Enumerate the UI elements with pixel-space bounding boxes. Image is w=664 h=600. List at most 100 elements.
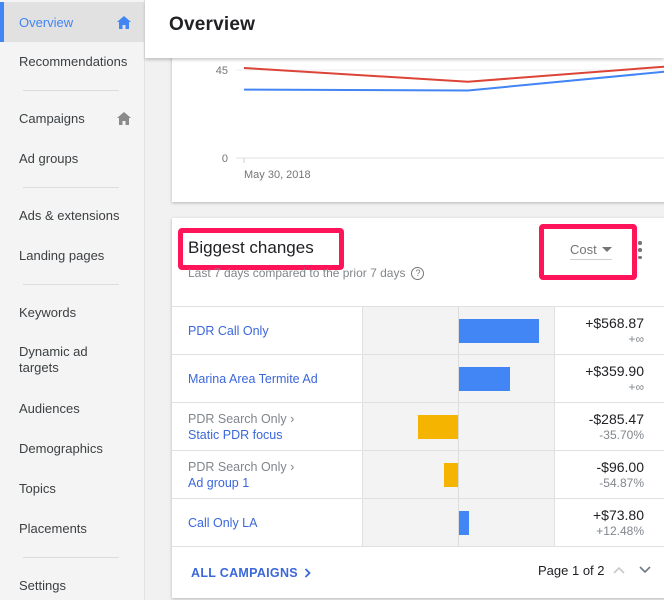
- sidebar-item-recommendations[interactable]: Recommendations: [0, 41, 144, 81]
- x-tick-label: May 30, 2018: [244, 169, 311, 181]
- home-icon: [116, 110, 132, 126]
- change-percent: -54.87%: [599, 476, 644, 490]
- chevron-right-icon: [304, 568, 311, 578]
- nav-divider: [23, 284, 119, 285]
- next-page-button[interactable]: [637, 562, 653, 578]
- sidebar-item-ads-extensions[interactable]: Ads & extensions: [0, 195, 144, 235]
- sidebar-item-demographics[interactable]: Demographics: [0, 428, 144, 468]
- card-subtitle: Last 7 days compared to the prior 7 days…: [188, 266, 425, 280]
- bar-axis: [458, 403, 459, 450]
- change-bar: [417, 415, 458, 439]
- entity-cell: Marina Area Termite Ad: [172, 355, 363, 402]
- sidebar-item-overview[interactable]: Overview: [0, 2, 144, 42]
- sidebar-item-label: Keywords: [19, 304, 77, 320]
- y-tick-label: 0: [222, 153, 228, 165]
- entity-link[interactable]: PDR Call Only: [188, 323, 362, 339]
- change-amount: +$568.87: [585, 315, 644, 331]
- card-title: Biggest changes: [188, 238, 314, 257]
- change-value-cell: -$285.47 -35.70%: [555, 403, 664, 450]
- entity-link[interactable]: Ad group 1: [188, 475, 362, 491]
- prev-page-button[interactable]: [611, 562, 627, 578]
- sidebar-item-label: Recommendations: [19, 53, 128, 69]
- nav-divider: [23, 557, 119, 558]
- series-red-line: [243, 65, 664, 83]
- nav-divider: [23, 187, 119, 188]
- table-row: Marina Area Termite Ad +$359.90 +∞: [172, 355, 664, 403]
- entity-cell: PDR Search Only › Ad group 1: [172, 451, 363, 498]
- change-amount: +$359.90: [585, 363, 644, 379]
- page-indicator: Page 1 of 2: [538, 562, 605, 578]
- sidebar-item-label: Placements: [19, 520, 87, 536]
- entity-link[interactable]: Call Only LA: [188, 515, 362, 531]
- sidebar-item-label: Settings: [19, 577, 66, 593]
- sidebar-item-label: Topics: [19, 480, 56, 496]
- more-vert-icon[interactable]: [636, 241, 644, 259]
- sidebar-item-label: Overview: [19, 14, 74, 30]
- page-title: Overview: [169, 14, 256, 35]
- table-row: Call Only LA +$73.80 +12.48%: [172, 499, 664, 547]
- entity-cell: PDR Call Only: [172, 307, 363, 354]
- sidebar-item-placements[interactable]: Placements: [0, 508, 144, 548]
- change-value-cell: +$568.87 +∞: [555, 307, 664, 354]
- y-tick-label: 45: [216, 65, 228, 77]
- change-bar: [459, 367, 510, 391]
- change-bar-cell: [363, 307, 555, 354]
- nav-divider: [23, 90, 119, 91]
- biggest-changes-card: Biggest changes Last 7 days compared to …: [172, 218, 664, 598]
- change-amount: -$285.47: [588, 411, 644, 427]
- change-amount: -$96.00: [596, 459, 644, 475]
- change-bar-cell: [363, 499, 555, 546]
- sidebar-item-label: Campaigns: [19, 110, 85, 126]
- sidebar-item-campaigns[interactable]: Campaigns: [0, 98, 144, 138]
- change-value-cell: -$96.00 -54.87%: [555, 451, 664, 498]
- sidebar-item-label: Ads & extensions: [19, 207, 120, 223]
- chevron-up-icon: [612, 566, 625, 574]
- entity-cell: Call Only LA: [172, 499, 363, 546]
- table-row: PDR Search Only › Ad group 1 -$96.00 -54…: [172, 451, 664, 499]
- change-bar-cell: [363, 403, 555, 450]
- sidebar-item-landing-pages[interactable]: Landing pages: [0, 235, 144, 275]
- home-icon: [116, 14, 132, 30]
- change-percent: +12.48%: [596, 524, 644, 538]
- sidebar-item-label: Landing pages: [19, 247, 105, 263]
- change-percent: -35.70%: [599, 428, 644, 442]
- change-bar-cell: [363, 451, 555, 498]
- change-amount: +$73.80: [593, 507, 644, 523]
- changes-table: PDR Call Only +$568.87 +∞ Marina Area Te…: [172, 306, 664, 547]
- app-root: Overview Recommendations Campaigns Ad gr…: [0, 0, 664, 600]
- sidebar-item-keywords[interactable]: Keywords: [0, 292, 144, 332]
- sidebar-item-topics[interactable]: Topics: [0, 468, 144, 508]
- sidebar-item-label: Audiences: [19, 400, 80, 416]
- parent-campaign-label: PDR Search Only ›: [188, 411, 295, 426]
- change-value-cell: +$73.80 +12.48%: [555, 499, 664, 546]
- change-percent: +∞: [628, 332, 644, 346]
- sidebar-item-settings[interactable]: Settings: [0, 565, 144, 600]
- sidebar-item-label: Demographics: [19, 440, 103, 456]
- change-bar: [459, 511, 470, 535]
- all-campaigns-link[interactable]: ALL CAMPAIGNS: [191, 566, 312, 580]
- sidebar: Overview Recommendations Campaigns Ad gr…: [0, 0, 145, 600]
- parent-campaign-label: PDR Search Only ›: [188, 459, 295, 474]
- entity-cell: PDR Search Only › Static PDR focus: [172, 403, 363, 450]
- sidebar-item-dynamic-ad-targets[interactable]: Dynamic ad targets: [0, 336, 144, 384]
- change-value-cell: +$359.90 +∞: [555, 355, 664, 402]
- bar-axis: [458, 451, 459, 498]
- change-bar: [459, 319, 539, 343]
- subtitle-text: Last 7 days compared to the prior 7 days: [188, 266, 406, 280]
- change-bar: [444, 463, 458, 487]
- help-icon[interactable]: ?: [411, 266, 425, 280]
- table-row: PDR Search Only › Static PDR focus -$285…: [172, 403, 664, 451]
- sidebar-item-label: Ad groups: [19, 150, 79, 166]
- metric-dropdown-value: Cost: [570, 242, 597, 257]
- entity-link[interactable]: Marina Area Termite Ad: [188, 371, 362, 387]
- entity-link[interactable]: Static PDR focus: [188, 427, 362, 443]
- sidebar-item-ad-groups[interactable]: Ad groups: [0, 138, 144, 178]
- change-percent: +∞: [628, 380, 644, 394]
- sidebar-item-audiences[interactable]: Audiences: [0, 388, 144, 428]
- metric-dropdown[interactable]: Cost: [570, 242, 612, 260]
- all-campaigns-label: ALL CAMPAIGNS: [191, 566, 298, 580]
- page-header: Overview: [145, 0, 664, 58]
- chevron-down-icon: [638, 566, 651, 574]
- change-bar-cell: [363, 355, 555, 402]
- caret-down-icon: [601, 247, 612, 252]
